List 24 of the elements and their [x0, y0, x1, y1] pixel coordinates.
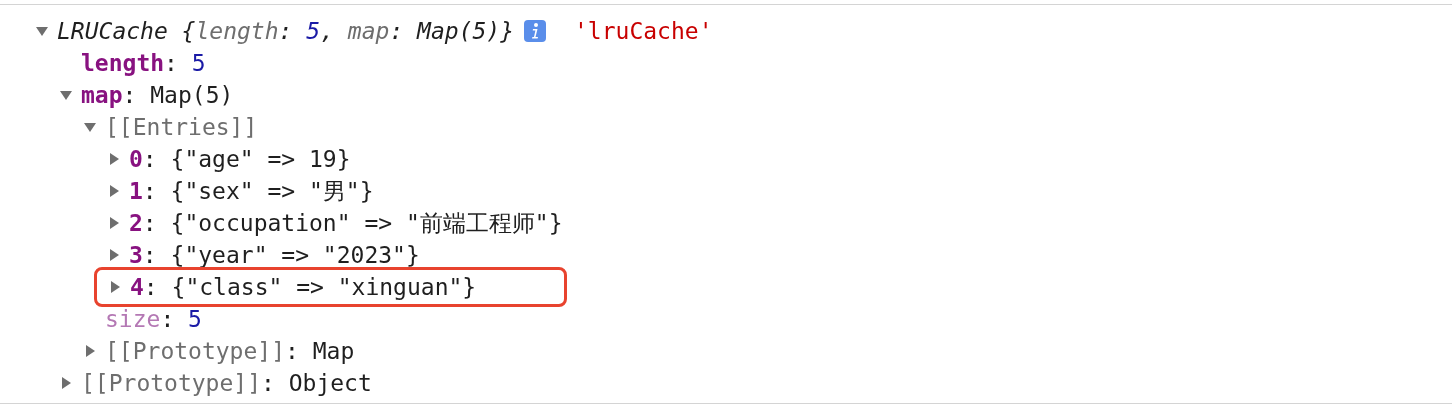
collapsed-triangle-icon[interactable]: [108, 185, 120, 197]
property-line: length: 5: [81, 48, 206, 78]
object-preview[interactable]: LRUCache {length: 5, map: Map(5)}: [57, 13, 514, 49]
property-line: [[Prototype]]: Map: [105, 336, 355, 366]
property-line: 4: {"class" => "xinguan"}: [130, 272, 477, 302]
property-line: 3: {"year" => "2023"}: [129, 240, 420, 270]
collapsed-triangle-icon[interactable]: [108, 249, 120, 261]
property-line: 1: {"sex" => "男"}: [129, 176, 374, 206]
property-line: 2: {"occupation" => "前端工程师"}: [129, 208, 563, 238]
log-label: 'lruCache': [574, 16, 713, 46]
property-line: 0: {"age" => 19}: [129, 144, 351, 174]
collapsed-triangle-icon[interactable]: [108, 153, 120, 165]
expanded-triangle-icon[interactable]: [60, 89, 72, 101]
collapsed-triangle-icon[interactable]: [108, 217, 120, 229]
info-icon[interactable]: [524, 20, 546, 42]
property-line: [[Prototype]]: Object: [81, 368, 372, 398]
expanded-triangle-icon[interactable]: [84, 121, 96, 133]
expanded-triangle-icon[interactable]: [36, 25, 48, 37]
collapsed-triangle-icon[interactable]: [109, 281, 121, 293]
collapsed-triangle-icon[interactable]: [60, 377, 72, 389]
property-line: size: 5: [105, 304, 202, 334]
property-line: [[Entries]]: [105, 112, 258, 142]
property-line: map: Map(5): [81, 80, 234, 110]
collapsed-triangle-icon[interactable]: [84, 345, 96, 357]
